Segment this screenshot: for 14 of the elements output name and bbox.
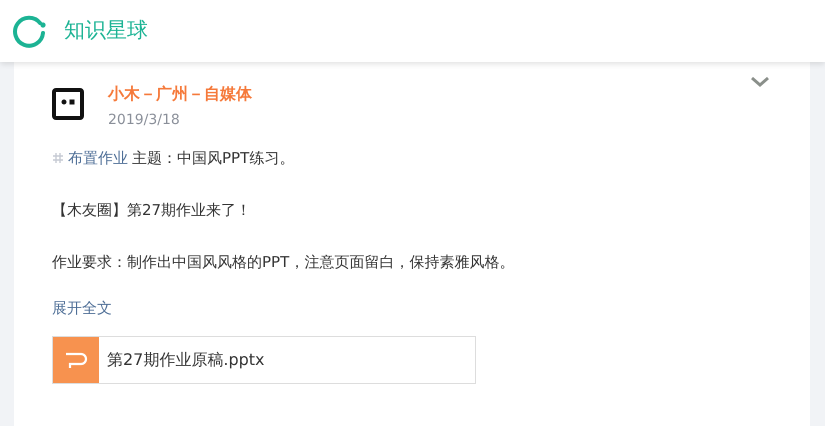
attachment-file[interactable]: 第27期作业原稿.pptx [52,336,476,384]
expand-full-text-link[interactable]: 展开全文 [52,299,112,317]
avatar-icon [52,88,84,120]
author-name[interactable]: 小木－广州－自媒体 [108,82,252,106]
post-paragraph: 【木友圈】第27期作业来了！ [52,200,252,221]
post-date: 2019/3/18 [108,111,181,130]
file-name: 第27期作业原稿.pptx [107,348,264,370]
hashtag-icon [52,152,64,164]
logo-icon [12,13,48,49]
topic-tag-link[interactable]: 布置作业 [68,147,128,169]
app-title: 知识星球 [64,17,148,44]
post-paragraph: 作业要求：制作出中国风风格的PPT，注意页面留白，保持素雅风格。 [52,252,516,273]
topic-text: 主题：中国风PPT练习。 [132,148,294,169]
chevron-down-icon[interactable] [750,76,770,88]
